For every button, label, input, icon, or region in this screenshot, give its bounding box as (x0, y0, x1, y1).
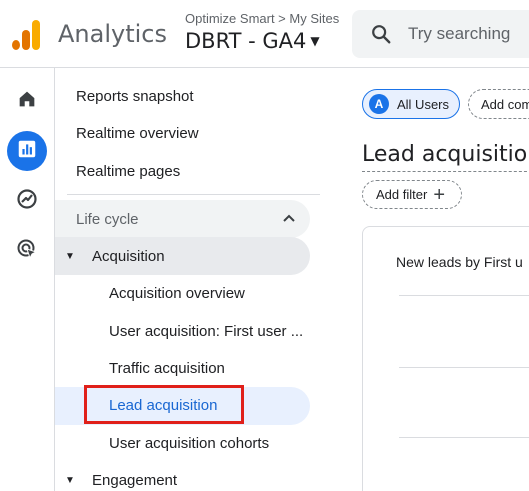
expand-arrow-icon: ▼ (65, 474, 75, 486)
card-title: New leads by First u (396, 254, 523, 270)
nav-group-acquisition[interactable]: ▼ Acquisition (55, 237, 310, 275)
nav-group-engagement-label: Engagement (92, 471, 178, 489)
section-life-cycle-label: Life cycle (76, 210, 139, 228)
search-input[interactable] (408, 24, 529, 44)
chart-gridline (399, 295, 529, 296)
nav-item-acquisition-overview[interactable]: Acquisition overview (109, 285, 245, 302)
nav-group-acquisition-label: Acquisition (92, 247, 165, 265)
search-icon (370, 23, 392, 45)
reports-icon (16, 138, 38, 165)
rail-home-button[interactable] (7, 81, 47, 121)
chart-card: New leads by First u (362, 226, 529, 491)
explore-icon (15, 187, 39, 216)
add-filter-button[interactable]: Add filter + (362, 180, 462, 209)
segment-avatar: A (369, 94, 389, 114)
annotation-highlight-box (84, 385, 244, 424)
plus-icon: + (433, 183, 445, 206)
property-name: DBRT - GA4 (185, 29, 307, 53)
title-underline (362, 171, 529, 172)
reports-navigation: Reports snapshot Realtime overview Realt… (55, 68, 353, 491)
rail-explore-button[interactable] (7, 181, 47, 221)
rail-reports-button[interactable] (7, 131, 47, 171)
nav-item-realtime-pages[interactable]: Realtime pages (76, 163, 180, 180)
page-title: Lead acquisition (362, 142, 529, 167)
top-app-bar: Analytics Optimize Smart > My Sites DBRT… (0, 0, 529, 68)
advertising-icon (15, 237, 39, 266)
nav-divider (67, 194, 353, 195)
comparison-chip-all-users[interactable]: A All Users (362, 89, 460, 119)
caret-down-icon: ▼ (310, 34, 320, 48)
main-content: A All Users Add com Lead acquisition Add… (320, 68, 529, 491)
section-life-cycle[interactable]: Life cycle (55, 200, 310, 238)
nav-item-reports-snapshot[interactable]: Reports snapshot (76, 88, 194, 105)
nav-group-engagement[interactable]: ▼ Engagement (55, 461, 310, 491)
rail-advertising-button[interactable] (7, 231, 47, 271)
home-icon (16, 88, 38, 115)
chevron-up-icon (282, 211, 296, 225)
left-rail (0, 68, 55, 491)
chart-gridline (399, 437, 529, 438)
account-selector[interactable]: Optimize Smart > My Sites DBRT - GA4 ▼ (185, 11, 339, 53)
property-selector[interactable]: DBRT - GA4 ▼ (185, 29, 339, 53)
add-comparison-button[interactable]: Add com (468, 89, 529, 119)
expand-arrow-icon: ▼ (65, 250, 75, 262)
account-path: Optimize Smart > My Sites (185, 11, 340, 26)
nav-item-traffic-acquisition[interactable]: Traffic acquisition (109, 360, 225, 377)
add-filter-label: Add filter (376, 187, 428, 202)
analytics-logo-icon[interactable] (12, 18, 40, 50)
chip-label: All Users (397, 96, 450, 112)
nav-item-user-acquisition[interactable]: User acquisition: First user ... (109, 323, 303, 340)
nav-item-realtime-overview[interactable]: Realtime overview (76, 125, 199, 142)
nav-item-user-acquisition-cohorts[interactable]: User acquisition cohorts (109, 435, 269, 452)
chart-gridline (399, 367, 529, 368)
app-name: Analytics (58, 20, 167, 48)
search-bar[interactable] (352, 10, 529, 58)
